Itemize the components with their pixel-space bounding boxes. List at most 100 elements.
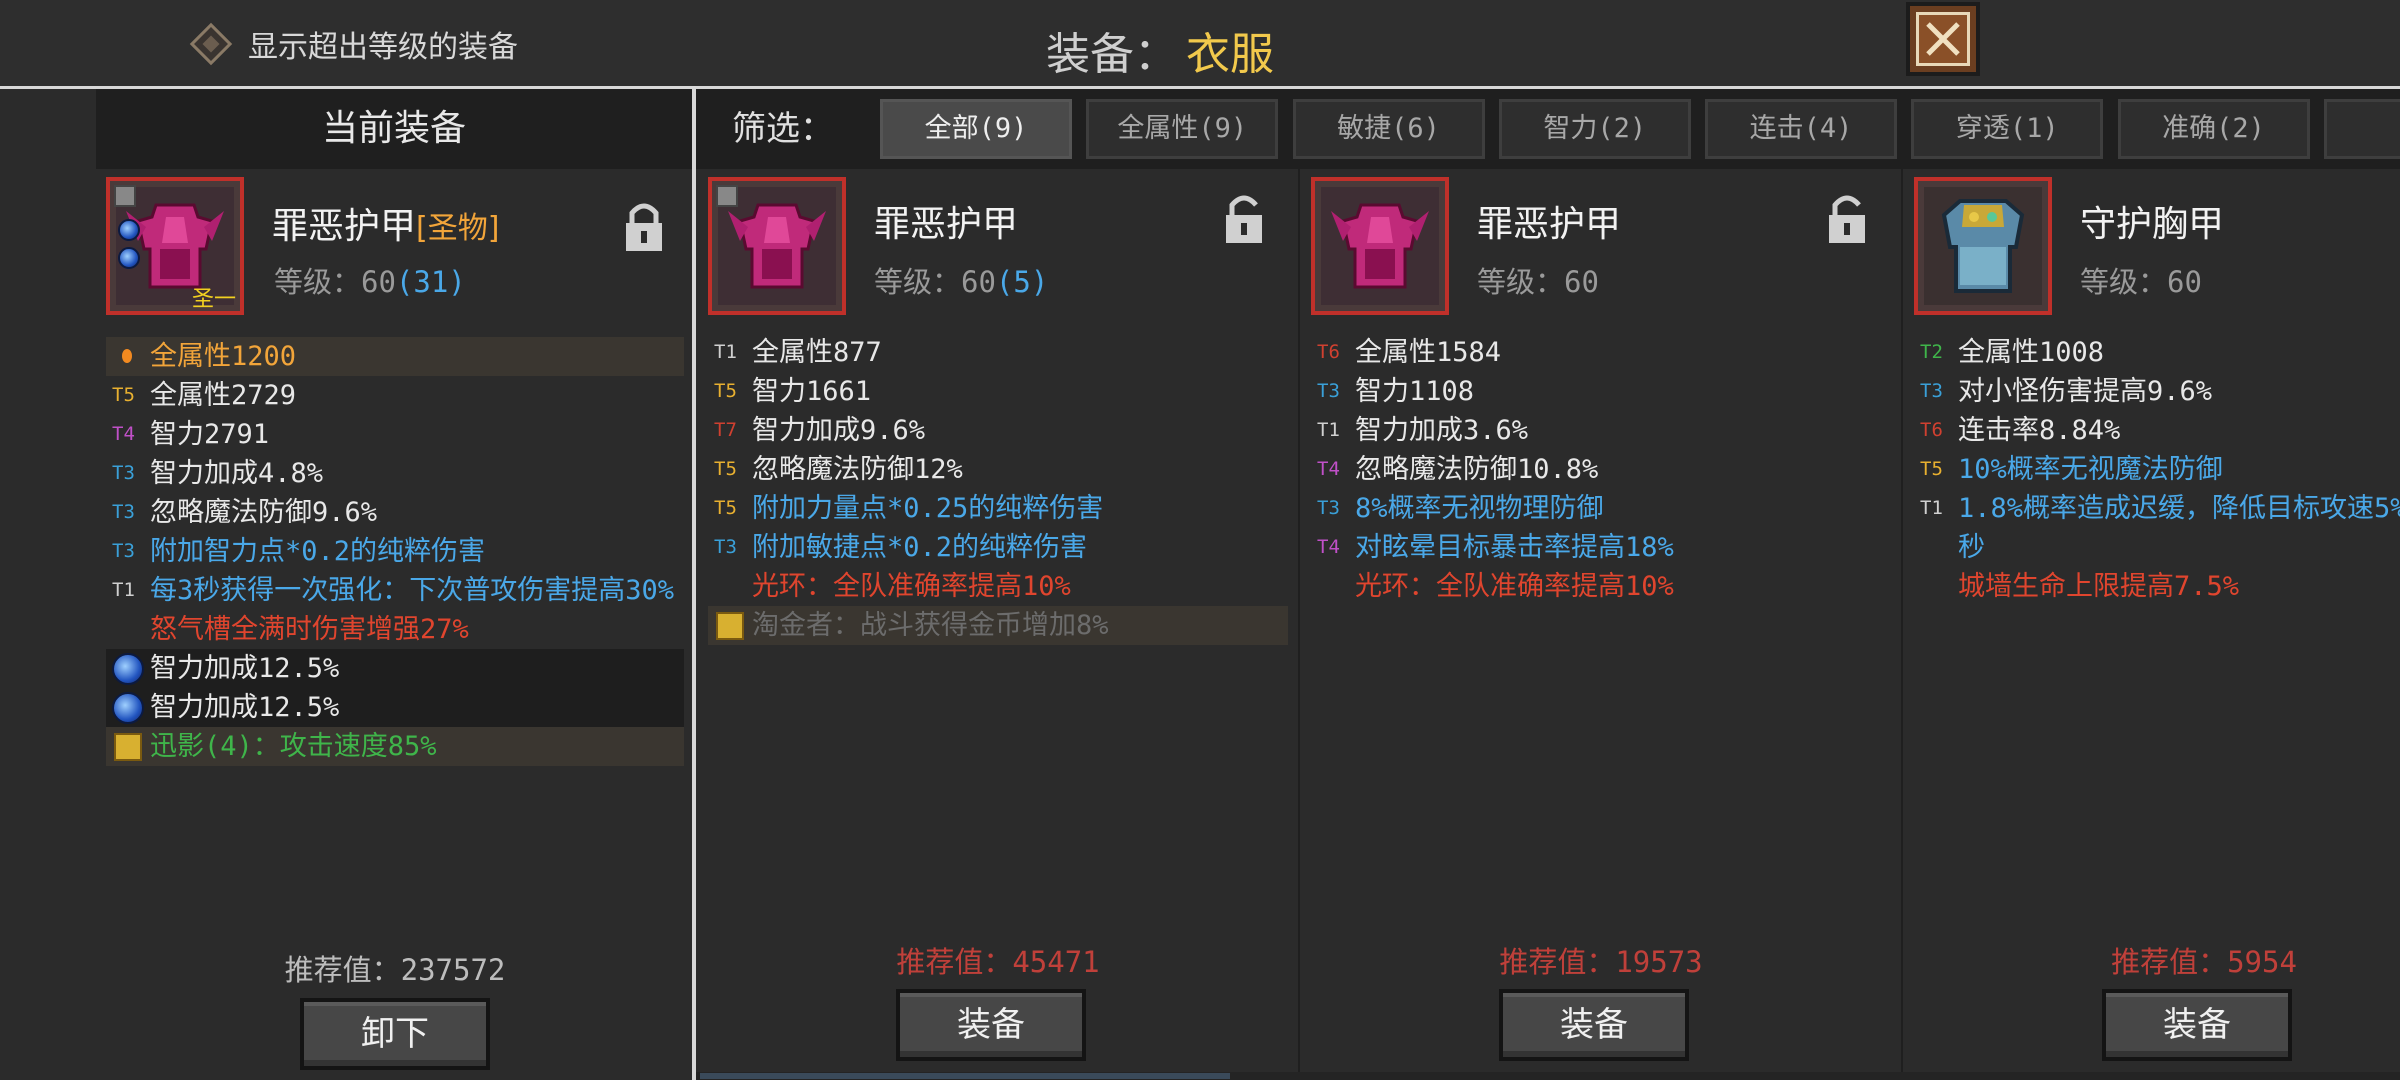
- filter-tab[interactable]: 全部(9): [880, 99, 1072, 159]
- stat-text: 全属性1008: [1958, 337, 2105, 368]
- stat-row: 迅影(4)：攻击速度85%: [106, 727, 684, 766]
- item-icon[interactable]: [1311, 177, 1449, 315]
- scrollbar-thumb[interactable]: [700, 1073, 1230, 1079]
- equip-button[interactable]: 装备: [1499, 989, 1689, 1061]
- stat-text: 忽略魔法防御9.6%: [150, 497, 378, 528]
- tier-label: T3: [112, 501, 135, 523]
- stat-row: T5 全属性2729: [106, 376, 684, 415]
- stat-text: 全属性1584: [1355, 337, 1502, 368]
- tier-label: T3: [112, 462, 135, 484]
- stat-text: 连击率8.84%: [1958, 415, 2121, 446]
- item-card: 罪恶护甲 等级：60 T6 全属性1584 T3 智力1108 T1 智力加成3.6% T4 忽略…: [1301, 169, 1901, 1080]
- current-item-stats: 全属性1200 T5 全属性2729 T4 智力2791 T3 智力加成4.8% T3 忽略魔法…: [106, 337, 684, 766]
- close-button[interactable]: [1906, 2, 1980, 76]
- tier-label: T3: [714, 536, 737, 558]
- recommend-number: 237572: [400, 953, 506, 987]
- filter-tab[interactable]: 准确(2): [2117, 99, 2310, 159]
- tier-label: T4: [112, 423, 135, 445]
- filter-tab[interactable]: 智力(2): [1498, 99, 1691, 159]
- stat-row: T1 1.8%概率造成迟缓，降低目标攻速5%持续2秒: [1914, 489, 2400, 567]
- item-level-extra: (5): [995, 265, 1049, 299]
- unequip-button[interactable]: 卸下: [300, 998, 490, 1070]
- equip-button[interactable]: 装备: [2102, 989, 2292, 1061]
- tier-label: T6: [1920, 419, 1943, 441]
- stat-row: T4 智力2791: [106, 415, 684, 454]
- stat-row: T1 每3秒获得一次强化：下次普攻伤害提高30%: [106, 571, 684, 610]
- item-name: 罪恶护甲: [1477, 204, 1622, 245]
- stat-text: 城墙生命上限提高7.5%: [1958, 571, 2240, 602]
- tier-label: T5: [714, 458, 737, 480]
- recommend-value: 推荐值：5954: [1904, 939, 2400, 981]
- filter-tab[interactable]: 连击(4): [1705, 99, 1897, 159]
- book-icon: [114, 733, 142, 761]
- item-stats: T6 全属性1584 T3 智力1108 T1 智力加成3.6% T4 忽略魔法防御10.8%…: [1311, 333, 1891, 606]
- stat-row: T3 智力加成4.8%: [106, 454, 684, 493]
- stat-row: T5 智力1661: [708, 372, 1288, 411]
- stat-text: 智力加成3.6%: [1355, 415, 1529, 446]
- stat-text: 智力加成12.5%: [150, 692, 340, 723]
- stat-text: 光环：全队准确率提高10%: [752, 571, 1071, 602]
- item-level: 等级：60: [2080, 259, 2202, 301]
- stat-text: 忽略魔法防御12%: [752, 454, 963, 485]
- filter-tab[interactable]: 穿透(1): [1911, 99, 2104, 159]
- lock-open-icon[interactable]: [1825, 191, 1869, 245]
- stat-text: 对小怪伤害提高9.6%: [1958, 376, 2213, 407]
- stat-text: 智力加成9.6%: [752, 415, 926, 446]
- stat-row: 怒气槽全满时伤害增强27%: [106, 610, 684, 649]
- stat-text: 附加智力点*0.2的纯粹伤害: [150, 536, 486, 567]
- stat-row: T4 对眩晕目标暴击率提高18%: [1311, 528, 1891, 567]
- lock-closed-icon[interactable]: [622, 199, 666, 253]
- stat-row: T6 连击率8.84%: [1914, 411, 2400, 450]
- show-over-level-toggle[interactable]: 显示超出等级的装备: [189, 22, 518, 66]
- show-over-level-label: 显示超出等级的装备: [248, 30, 518, 65]
- recommend-number: 5954: [2227, 945, 2297, 979]
- upgrade-icon: [716, 185, 738, 207]
- current-item-level-extra: (31): [395, 265, 466, 299]
- stat-text: 1.8%概率造成迟缓，降低目标攻速5%持续2秒: [1958, 493, 2400, 563]
- column-separator: [1298, 169, 1300, 1080]
- stat-row: T6 全属性1584: [1311, 333, 1891, 372]
- lock-open-icon[interactable]: [1222, 191, 1266, 245]
- tier-label: T3: [112, 540, 135, 562]
- stat-text: 忽略魔法防御10.8%: [1355, 454, 1599, 485]
- stat-row: T3 智力1108: [1311, 372, 1891, 411]
- recommend-label: 推荐值：: [896, 945, 1013, 979]
- stat-row: 智力加成12.5%: [106, 649, 684, 688]
- filter-tab[interactable]: 全属性(9): [1086, 99, 1279, 159]
- diamond-checkbox-icon[interactable]: [189, 22, 233, 66]
- item-icon[interactable]: [708, 177, 846, 315]
- tier-label: T5: [714, 380, 737, 402]
- item-icon[interactable]: [1914, 177, 2052, 315]
- stat-marker: [708, 606, 752, 640]
- current-recommend-value: 推荐值：237572: [106, 947, 684, 989]
- item-level: 等级：60: [1477, 259, 1599, 301]
- stat-text: 智力1108: [1355, 376, 1475, 407]
- current-item-icon[interactable]: 圣一: [106, 177, 244, 315]
- stat-row: T3 8%概率无视物理防御: [1311, 489, 1891, 528]
- recommend-label: 推荐值：: [2111, 945, 2228, 979]
- filter-tab[interactable]: 攻: [2323, 99, 2400, 159]
- upgrade-icon: [114, 185, 136, 207]
- stat-text: 怒气槽全满时伤害增强27%: [150, 614, 469, 645]
- stat-row: T4 忽略魔法防御10.8%: [1311, 450, 1891, 489]
- stat-marker: [106, 337, 150, 363]
- stat-row: T2 全属性1008: [1914, 333, 2400, 372]
- holy-badge: 圣一: [192, 287, 237, 312]
- filter-tab[interactable]: 敏捷(6): [1292, 99, 1485, 159]
- tier-label: T4: [1317, 458, 1340, 480]
- stat-text: 对眩晕目标暴击率提高18%: [1355, 532, 1674, 563]
- stat-row: 全属性1200: [106, 337, 684, 376]
- stat-row: T3 附加敏捷点*0.2的纯粹伤害: [708, 528, 1288, 567]
- page-title-label: 装备：: [1046, 29, 1178, 80]
- equip-button[interactable]: 装备: [896, 989, 1086, 1061]
- stat-row: T5 10%概率无视魔法防御: [1914, 450, 2400, 489]
- stat-row: T1 全属性877: [708, 333, 1288, 372]
- stat-row: 智力加成12.5%: [106, 688, 684, 727]
- stat-text: 智力2791: [150, 419, 270, 450]
- item-stats: T2 全属性1008 T3 对小怪伤害提高9.6% T6 连击率8.84% T5 10%概率无…: [1914, 333, 2400, 606]
- current-item-level-text: 等级：60: [274, 265, 396, 299]
- stat-marker: [106, 649, 150, 685]
- gem-icon: [112, 692, 144, 724]
- stat-row: 光环：全队准确率提高10%: [1311, 567, 1891, 606]
- tier-label: T3: [1317, 380, 1340, 402]
